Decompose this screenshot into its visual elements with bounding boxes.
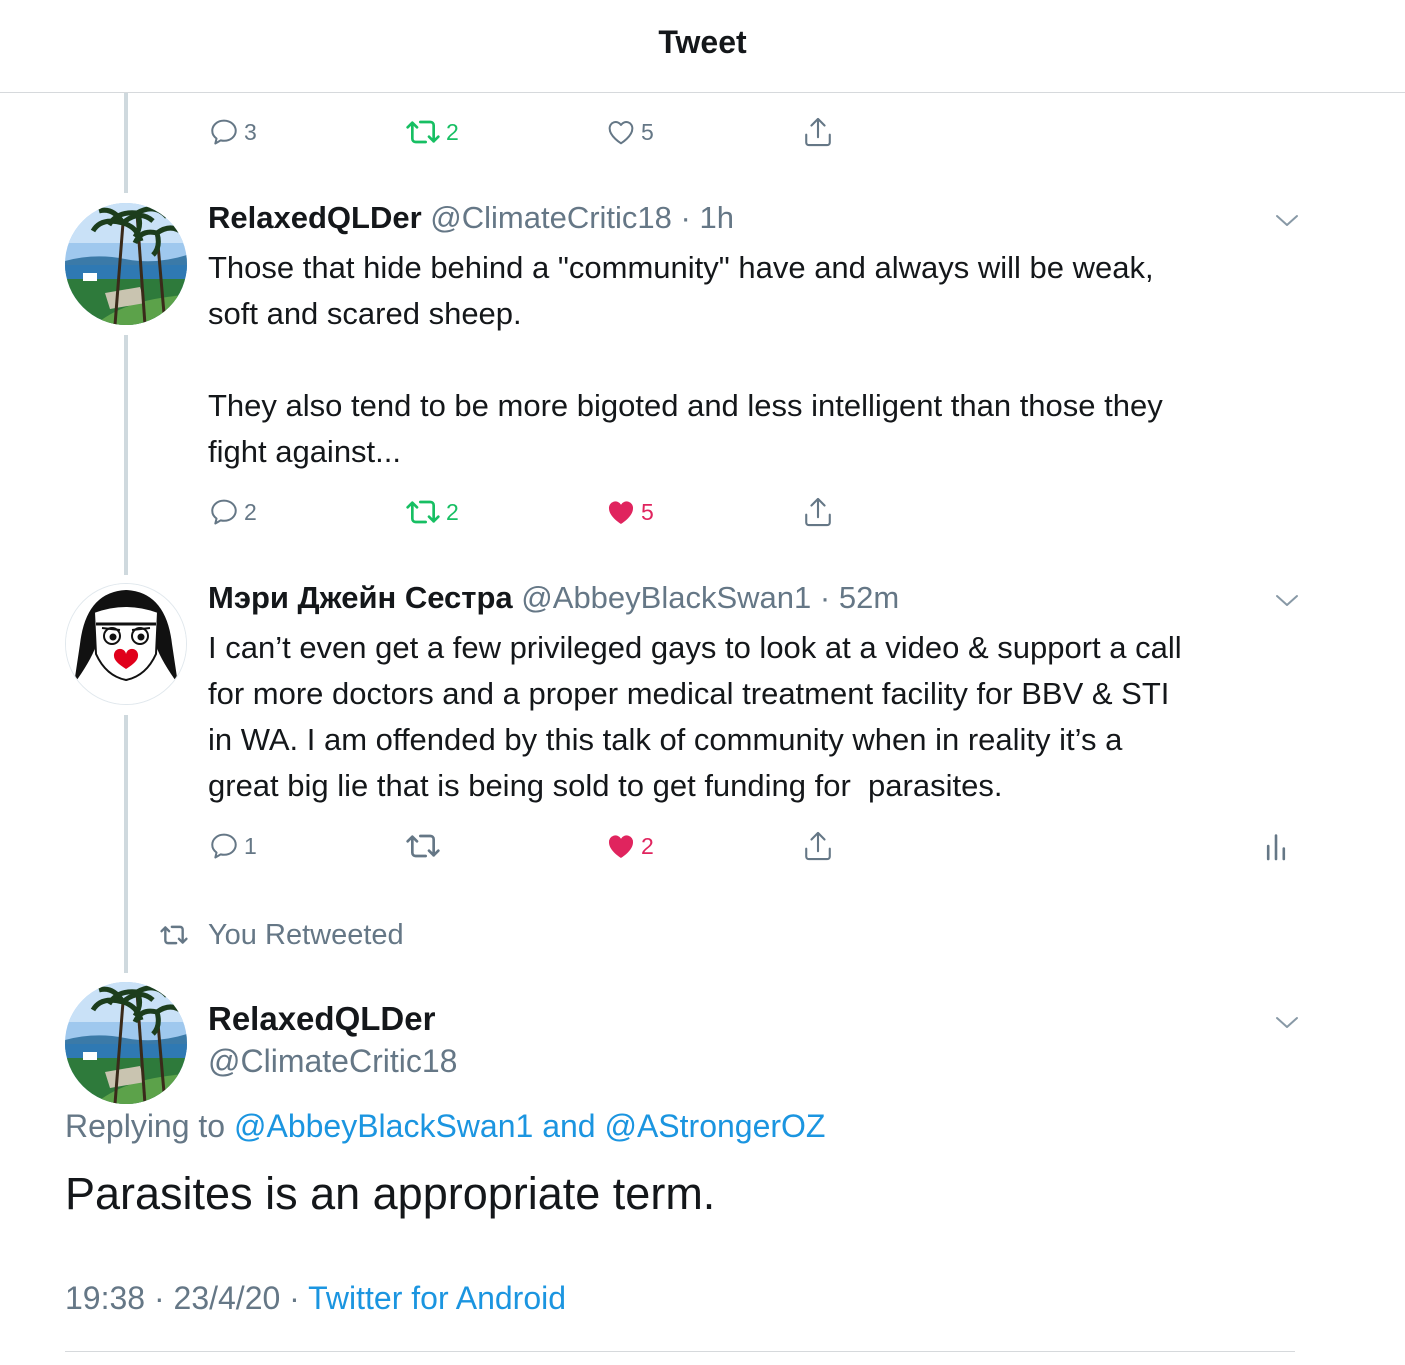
tweet-text-line: Those that hide behind a "community" hav… bbox=[208, 250, 1154, 285]
tweet-source-link[interactable]: Twitter for Android bbox=[308, 1280, 566, 1316]
tweet-text: I can’t even get a few privileged gays t… bbox=[208, 625, 1308, 809]
replying-prefix: Replying to bbox=[65, 1108, 234, 1144]
thread-line bbox=[124, 335, 128, 575]
page-title: Tweet bbox=[658, 24, 747, 60]
avatar[interactable] bbox=[65, 583, 187, 705]
like-count: 5 bbox=[641, 498, 654, 525]
tweet-text-line: soft and scared sheep. bbox=[208, 296, 522, 331]
analytics-button[interactable] bbox=[1263, 826, 1289, 866]
like-button[interactable]: 5 bbox=[605, 112, 654, 152]
reply-button[interactable]: 2 bbox=[208, 492, 257, 532]
heart-filled-icon bbox=[608, 835, 634, 858]
reply-button[interactable]: 1 bbox=[208, 826, 257, 866]
like-count: 5 bbox=[641, 118, 654, 145]
user-handle[interactable]: @ClimateCritic18 bbox=[208, 1043, 457, 1080]
tweet-text: Those that hide behind a "community" hav… bbox=[208, 245, 1308, 475]
share-button[interactable] bbox=[802, 492, 834, 532]
tweet-time: 19:38 bbox=[65, 1280, 146, 1316]
timestamp[interactable]: 1h bbox=[699, 200, 733, 235]
tweet-actions: 3 2 5 bbox=[208, 112, 1308, 152]
thread-line bbox=[124, 93, 128, 193]
chevron-down-icon[interactable] bbox=[1272, 1012, 1302, 1032]
tweet-text-line: They also tend to be more bigoted and le… bbox=[208, 388, 1163, 423]
mention-link[interactable]: @AbbeyBlackSwan1 bbox=[234, 1108, 533, 1144]
tweet-meta: 19:38 · 23/4/20 · Twitter for Android bbox=[65, 1280, 566, 1317]
timestamp[interactable]: 52m bbox=[839, 580, 899, 615]
retweet-button[interactable]: 2 bbox=[404, 112, 459, 152]
replying-to: Replying to @AbbeyBlackSwan1 and @AStron… bbox=[65, 1108, 825, 1145]
tweet-text: Parasites is an appropriate term. bbox=[65, 1168, 716, 1219]
like-button[interactable]: 5 bbox=[605, 492, 654, 532]
retweet-icon bbox=[406, 500, 440, 524]
share-icon bbox=[805, 117, 831, 147]
display-name[interactable]: Мэри Джейн Сестра bbox=[208, 580, 513, 615]
display-name[interactable]: RelaxedQLDer bbox=[208, 1000, 435, 1038]
tweet-header: Мэри Джейн Сестра @AbbeyBlackSwan1 · 52m bbox=[208, 580, 899, 616]
share-icon bbox=[805, 497, 831, 527]
retweet-count: 2 bbox=[446, 498, 459, 525]
reply-button[interactable]: 3 bbox=[208, 112, 257, 152]
display-name[interactable]: RelaxedQLDer bbox=[208, 200, 422, 235]
retweet-icon bbox=[160, 925, 188, 945]
replying-and[interactable]: and bbox=[533, 1108, 604, 1144]
retweet-context: You Retweeted bbox=[158, 915, 404, 955]
separator-dot: · bbox=[280, 1280, 309, 1316]
user-handle[interactable]: @AbbeyBlackSwan1 bbox=[521, 580, 811, 615]
thread-line bbox=[124, 715, 128, 973]
separator-dot: · bbox=[680, 200, 691, 235]
tweet-date: 23/4/20 bbox=[173, 1280, 281, 1316]
retweet-button[interactable]: 2 bbox=[404, 492, 459, 532]
palm-beach-avatar bbox=[65, 203, 187, 325]
retweet-context-label: You Retweeted bbox=[208, 918, 404, 951]
retweet-button[interactable] bbox=[404, 826, 442, 866]
like-button[interactable]: 2 bbox=[605, 826, 654, 866]
reply-count: 2 bbox=[244, 498, 257, 525]
header-bar: Tweet bbox=[0, 0, 1405, 93]
heart-outline-icon bbox=[608, 121, 634, 145]
share-button[interactable] bbox=[802, 826, 834, 866]
tweet-header: RelaxedQLDer @ClimateCritic18 · 1h bbox=[208, 200, 734, 236]
tweet-actions: 2 2 5 bbox=[208, 492, 1308, 532]
analytics-icon bbox=[1266, 834, 1286, 861]
share-icon bbox=[805, 831, 831, 861]
user-handle[interactable]: @ClimateCritic18 bbox=[430, 200, 672, 235]
tweet-text-line: for more doctors and a proper medical tr… bbox=[208, 676, 1170, 711]
separator-dot: · bbox=[145, 1280, 174, 1316]
tweet-text-line: in WA. I am offended by this talk of com… bbox=[208, 722, 1123, 757]
reply-icon bbox=[211, 833, 237, 859]
reply-icon bbox=[211, 119, 237, 145]
reply-count: 1 bbox=[244, 832, 257, 859]
avatar[interactable] bbox=[65, 982, 187, 1104]
retweet-icon bbox=[406, 834, 440, 858]
tweet-text-line: I can’t even get a few privileged gays t… bbox=[208, 630, 1182, 665]
share-button[interactable] bbox=[802, 112, 834, 152]
avatar[interactable] bbox=[65, 203, 187, 325]
divider bbox=[65, 1351, 1295, 1352]
nun-avatar bbox=[66, 584, 186, 704]
chevron-down-icon[interactable] bbox=[1272, 590, 1302, 610]
retweet-count: 2 bbox=[446, 118, 459, 145]
reply-icon bbox=[211, 499, 237, 525]
separator-dot: · bbox=[819, 580, 831, 615]
heart-filled-icon bbox=[608, 501, 634, 524]
tweet-text-line: great big lie that is being sold to get … bbox=[208, 768, 1003, 803]
retweet-icon bbox=[406, 120, 440, 144]
palm-beach-avatar bbox=[65, 982, 187, 1104]
like-count: 2 bbox=[641, 832, 654, 859]
tweet-actions: 1 2 bbox=[208, 826, 1308, 866]
mention-link[interactable]: @AStrongerOZ bbox=[604, 1108, 825, 1144]
reply-count: 3 bbox=[244, 118, 257, 145]
chevron-down-icon[interactable] bbox=[1272, 210, 1302, 230]
tweet-text-line: fight against... bbox=[208, 434, 402, 469]
